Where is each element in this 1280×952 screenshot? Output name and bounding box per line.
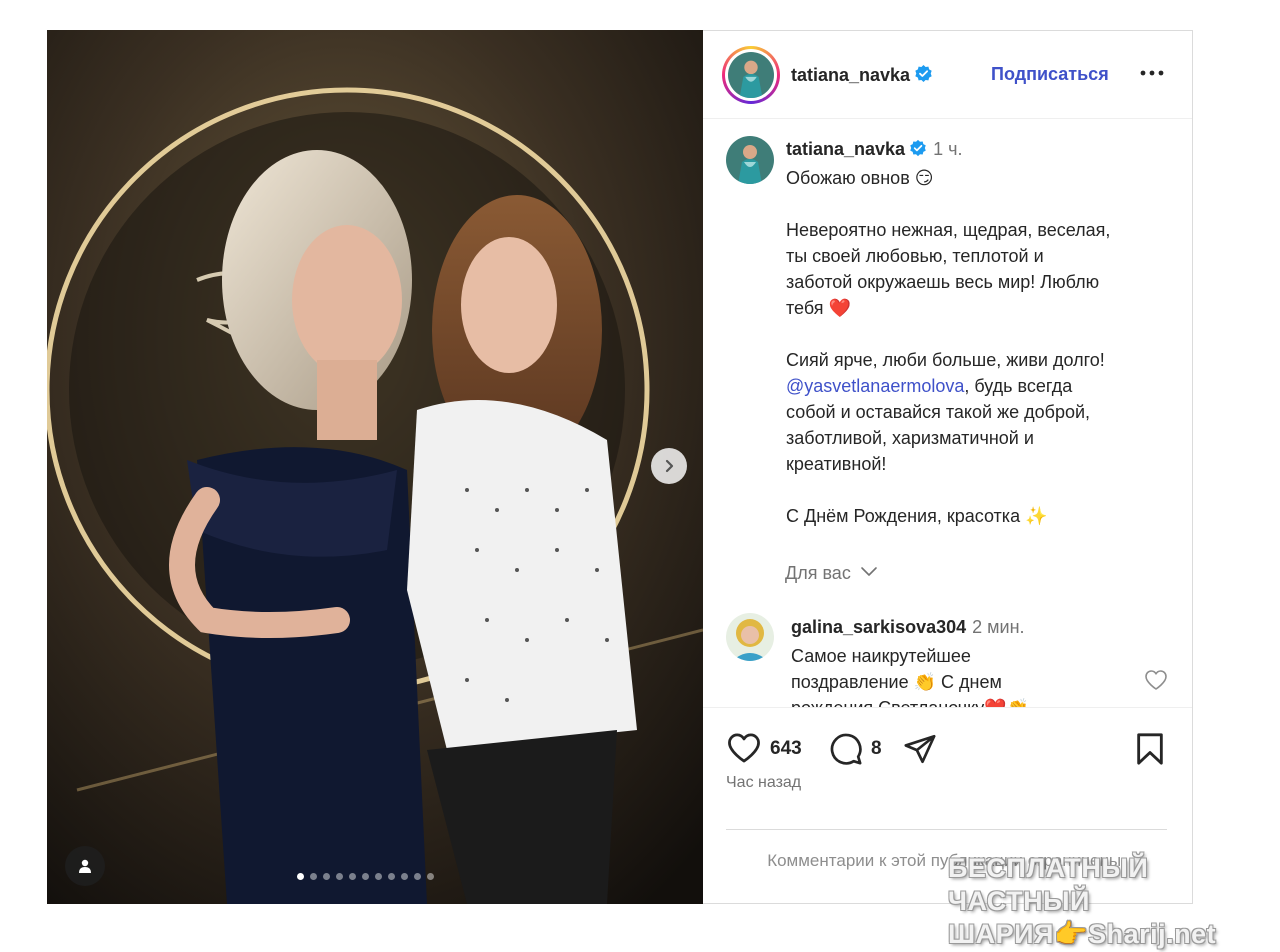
caption-line: С Днём Рождения, красотка ✨ [786, 506, 1048, 526]
more-icon[interactable] [1138, 61, 1166, 85]
subscribe-button[interactable]: Подписаться [991, 64, 1109, 85]
verified-badge-icon [910, 139, 926, 157]
carousel-dot[interactable] [401, 873, 408, 880]
carousel-dot[interactable] [336, 873, 343, 880]
caption-line: креативной! [786, 454, 887, 474]
likes-count[interactable]: 643 [770, 738, 802, 760]
carousel-dot[interactable] [427, 873, 434, 880]
comment-avatar[interactable] [726, 613, 774, 661]
author-username[interactable]: tatiana_navka [791, 64, 933, 86]
caption-line: заботливой, харизматичной и [786, 428, 1034, 448]
for-you-label: Для вас [785, 563, 851, 583]
post-caption: Обожаю овнов 😏 Невероятно нежная, щедрая… [786, 165, 1181, 529]
chevron-down-icon [861, 567, 877, 576]
tagged-users-button[interactable] [65, 846, 105, 886]
watermark-line: ШАРИЯ👉Sharij.net [948, 919, 1217, 949]
caption-mention-line: @yasvetlanaermolova, будь всегда [786, 373, 1181, 399]
comments-list[interactable]: galina_sarkisova304 2 мин. Самое наикруте… [703, 603, 1192, 707]
avatar [728, 52, 774, 98]
post-panel: tatiana_navka Подписаться tatiana_navka 1… [703, 30, 1193, 904]
carousel-next-button[interactable] [651, 448, 687, 484]
comment-like-icon[interactable] [1144, 669, 1168, 691]
comment-header: galina_sarkisova304 2 мин. [791, 617, 1025, 638]
comment-username[interactable]: galina_sarkisova304 [791, 617, 966, 637]
watermark: БЕСПЛАТНЫЙ ЧАСТНЫЙ ШАРИЯ👉Sharij.net [948, 852, 1280, 951]
heart-icon[interactable] [726, 732, 762, 764]
comment-text: Самое наикрутейшее поздравление 👏 С днем… [791, 646, 1029, 707]
comments-count[interactable]: 8 [871, 738, 882, 760]
photo-image [47, 30, 703, 904]
post-photo[interactable] [47, 30, 703, 904]
carousel-dot[interactable] [297, 873, 304, 880]
caption-line: Невероятно нежная, щедрая, веселая, [786, 220, 1111, 240]
carousel-indicator [297, 873, 434, 880]
carousel-dot[interactable] [310, 873, 317, 880]
caption-line: заботой окружаешь весь мир! Люблю [786, 272, 1100, 292]
carousel-dot[interactable] [349, 873, 356, 880]
watermark-line: БЕСПЛАТНЫЙ ЧАСТНЫЙ [948, 853, 1149, 916]
carousel-dot[interactable] [375, 873, 382, 880]
caption-time: 1 ч. [933, 139, 963, 159]
caption-line: Обожаю овнов 😏 [786, 168, 934, 188]
comment-time: 2 мин. [972, 617, 1025, 637]
for-you-toggle[interactable]: Для вас [785, 563, 878, 584]
mention-link[interactable]: @yasvetlanaermolova [786, 376, 964, 396]
story-ring[interactable] [722, 46, 780, 104]
caption-line: ты своей любовью, теплотой и [786, 246, 1044, 266]
comment-icon[interactable] [829, 732, 863, 766]
bookmark-icon[interactable] [1134, 732, 1166, 766]
carousel-dot[interactable] [362, 873, 369, 880]
caption-header: tatiana_navka 1 ч. [786, 139, 962, 160]
share-icon[interactable] [903, 732, 937, 766]
caption-line: Сияй ярче, люби больше, живи долго! [786, 350, 1105, 370]
caption-text: , будь всегда [964, 376, 1073, 396]
caption-line: собой и оставайся такой же доброй, [786, 402, 1091, 422]
caption-line [786, 191, 1181, 217]
divider [726, 829, 1167, 830]
caption-line [786, 477, 1181, 503]
author-name[interactable]: tatiana_navka [791, 65, 910, 85]
caption-line [786, 321, 1181, 347]
caption-line: тебя ❤️ [786, 298, 851, 318]
caption-avatar[interactable] [726, 136, 774, 184]
user-tag-icon [79, 859, 91, 873]
post-timestamp: Час назад [726, 774, 802, 791]
caption-username[interactable]: tatiana_navka [786, 139, 905, 159]
post-header: tatiana_navka Подписаться [703, 31, 1192, 119]
verified-badge-icon [915, 64, 932, 83]
carousel-dot[interactable] [388, 873, 395, 880]
carousel-dot[interactable] [414, 873, 421, 880]
carousel-dot[interactable] [323, 873, 330, 880]
chevron-right-icon [665, 459, 674, 473]
